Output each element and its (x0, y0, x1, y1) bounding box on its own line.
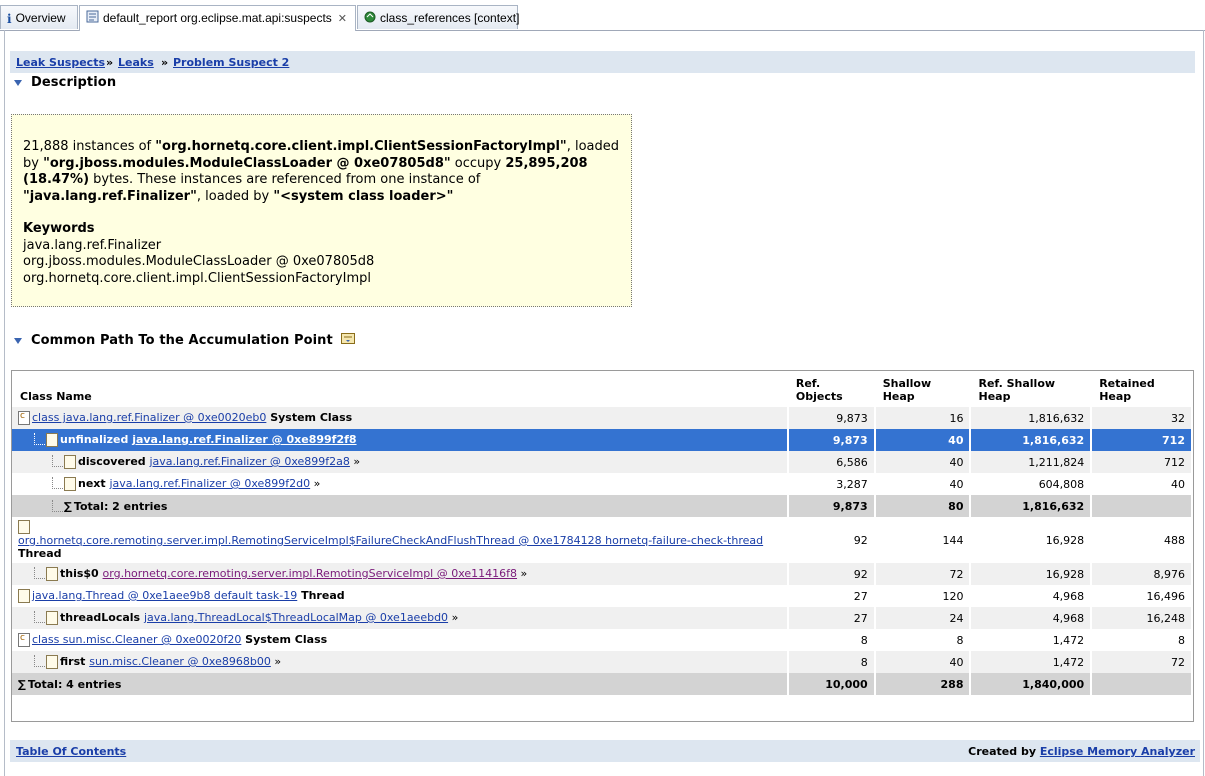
keywords-title: Keywords (23, 221, 95, 236)
report-footer: Table Of Contents Created by Eclipse Mem… (10, 740, 1200, 762)
table-row[interactable]: org.hornetq.core.remoting.server.impl.Re… (12, 517, 1193, 563)
column-header-shallow-heap[interactable]: Shallow Heap (875, 371, 971, 407)
tab-default-report[interactable]: default_report org.eclipse.mat.api:suspe… (79, 5, 356, 31)
breadcrumb: Leak Suspects » Leaks » Problem Suspect … (10, 51, 1195, 73)
breadcrumb-leak-suspects[interactable]: Leak Suspects (16, 56, 105, 69)
object-link[interactable]: java.lang.ref.Finalizer @ 0xe899f2a8 (150, 455, 350, 468)
more-icon[interactable]: » (521, 567, 528, 580)
table-row[interactable]: this$0 org.hornetq.core.remoting.server.… (12, 563, 1193, 585)
keyword-item: org.hornetq.core.client.impl.ClientSessi… (23, 270, 371, 286)
column-header-ref-shallow-heap[interactable]: Ref. Shallow Heap (970, 371, 1091, 407)
accumulation-section-toggle[interactable]: Common Path To the Accumulation Point (14, 332, 356, 349)
keyword-item: org.jboss.modules.ModuleClassLoader @ 0x… (23, 254, 375, 269)
keyword-item: java.lang.ref.Finalizer (23, 237, 162, 253)
breadcrumb-separator: » (106, 56, 114, 69)
object-link[interactable]: sun.misc.Cleaner @ 0xe8968b00 (89, 655, 271, 668)
sum-icon: ∑ (64, 499, 72, 513)
table-row[interactable]: first sun.misc.Cleaner @ 0xe8968b00 » 8 … (12, 651, 1193, 673)
class-icon (18, 633, 30, 647)
object-link[interactable]: org.hornetq.core.remoting.server.impl.Re… (18, 534, 763, 547)
accumulation-table: Class Name Ref. Objects Shallow Heap Ref. … (12, 371, 1193, 695)
object-icon (46, 655, 58, 669)
created-by: Created by Eclipse Memory Analyzer (968, 745, 1195, 758)
table-total-row: ∑ Total: 2 entries 9,873 80 1,816,632 (12, 495, 1193, 517)
description-text: 21,888 instances of "org.hornetq.core.cl… (23, 139, 619, 204)
query-icon (364, 7, 376, 31)
editor-tab-bar: i Overview default_report org.eclipse.mat… (0, 0, 1205, 31)
more-icon[interactable]: » (353, 455, 360, 468)
column-header-class-name[interactable]: Class Name (12, 371, 788, 407)
table-row[interactable]: threadLocals java.lang.ThreadLocal$Threa… (12, 607, 1193, 629)
table-row[interactable]: class java.lang.ref.Finalizer @ 0xe0020e… (12, 407, 1193, 429)
description-section-toggle[interactable]: Description (14, 75, 116, 90)
object-link[interactable]: class java.lang.ref.Finalizer @ 0xe0020e… (32, 411, 266, 424)
object-icon (46, 611, 58, 625)
breadcrumb-problem-suspect[interactable]: Problem Suspect 2 (173, 56, 289, 69)
table-row[interactable]: discovered java.lang.ref.Finalizer @ 0xe… (12, 451, 1193, 473)
column-header-ref-objects[interactable]: Ref. Objects (788, 371, 875, 407)
open-in-view-icon[interactable] (340, 332, 356, 349)
report-icon (86, 7, 99, 31)
tab-overview[interactable]: i Overview (0, 5, 78, 29)
info-icon: i (7, 11, 12, 26)
table-total-row: ∑ Total: 4 entries 10,000 288 1,840,000 (12, 673, 1193, 695)
collapse-triangle-icon (14, 337, 22, 344)
more-icon[interactable]: » (452, 611, 459, 624)
object-icon (46, 567, 58, 581)
table-of-contents-link[interactable]: Table Of Contents (16, 745, 126, 758)
close-tab-icon[interactable]: ✕ (338, 13, 347, 25)
object-link[interactable]: org.hornetq.core.remoting.server.impl.Re… (103, 567, 517, 580)
tab-class-references[interactable]: class_references [context] (357, 5, 519, 31)
object-link[interactable]: java.lang.ThreadLocal$ThreadLocalMap @ 0… (144, 611, 448, 624)
object-icon (64, 455, 76, 469)
table-row[interactable]: java.lang.Thread @ 0xe1aee9b8 default ta… (12, 585, 1193, 607)
object-link[interactable]: class sun.misc.Cleaner @ 0xe0020f20 (32, 633, 241, 646)
eclipse-mat-link[interactable]: Eclipse Memory Analyzer (1040, 745, 1195, 758)
object-link[interactable]: java.lang.ref.Finalizer @ 0xe899f2f8 (132, 433, 356, 446)
table-row[interactable]: class sun.misc.Cleaner @ 0xe0020f20 Syst… (12, 629, 1193, 651)
sum-icon: ∑ (18, 677, 26, 691)
more-icon[interactable]: » (274, 655, 281, 668)
table-row[interactable]: next java.lang.ref.Finalizer @ 0xe899f2d… (12, 473, 1193, 495)
object-icon (18, 520, 30, 534)
table-row-selected[interactable]: unfinalized java.lang.ref.Finalizer @ 0x… (12, 429, 1193, 451)
more-icon[interactable]: » (314, 477, 321, 490)
breadcrumb-leaks[interactable]: Leaks (118, 56, 154, 69)
object-link[interactable]: java.lang.Thread @ 0xe1aee9b8 default ta… (32, 589, 297, 602)
collapse-triangle-icon (14, 79, 22, 86)
object-icon (46, 433, 58, 447)
column-header-retained-heap[interactable]: Retained Heap (1091, 371, 1192, 407)
class-icon (18, 411, 30, 425)
object-icon (18, 589, 30, 603)
breadcrumb-separator: » (161, 56, 169, 69)
object-icon (64, 477, 76, 491)
object-link[interactable]: java.lang.ref.Finalizer @ 0xe899f2d0 (109, 477, 310, 490)
description-box: 21,888 instances of "org.hornetq.core.cl… (11, 114, 632, 307)
